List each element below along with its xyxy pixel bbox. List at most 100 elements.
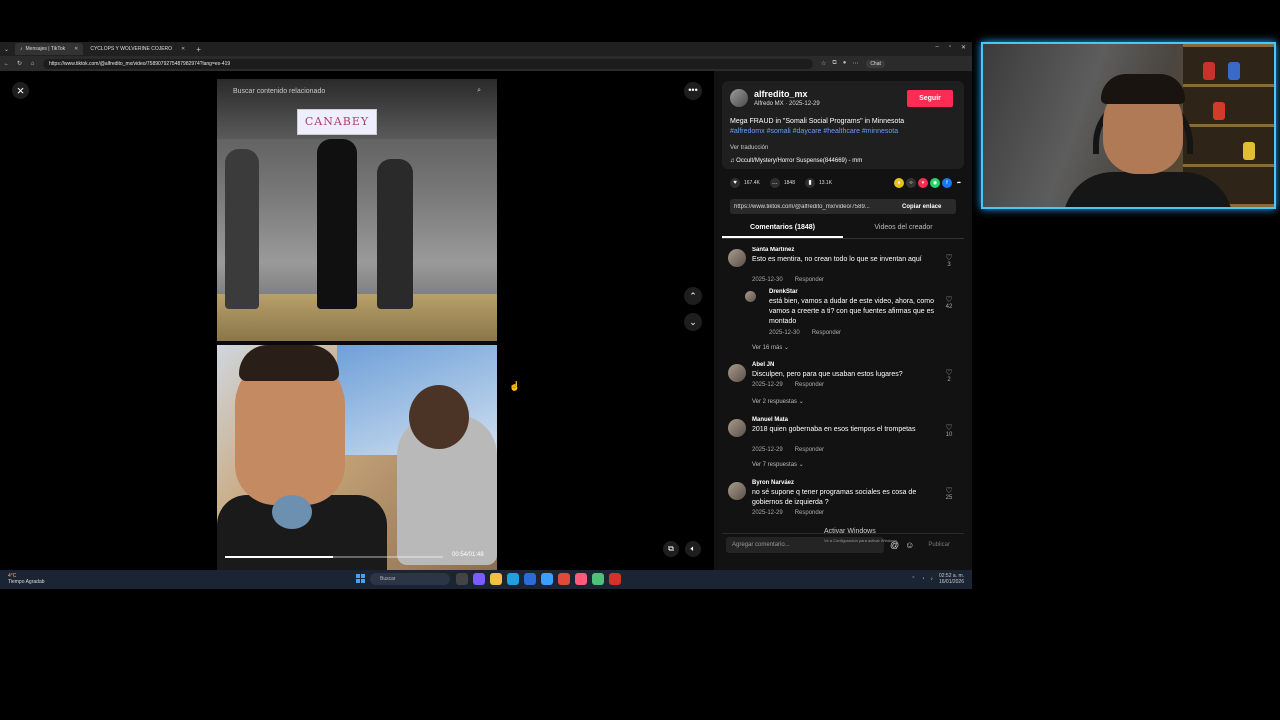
video-player[interactable]: CANABEY Buscar contenido relacionado ⌕ 0… — [217, 79, 497, 570]
star-icon[interactable]: ☆ — [821, 60, 826, 67]
search-icon[interactable]: ⌕ — [477, 87, 481, 95]
post-hashtags[interactable]: #alfredomx #somali #daycare #healthcare … — [730, 128, 898, 135]
reply-button[interactable]: Responder — [795, 510, 824, 516]
comment-text: 2018 quien gobernaba en esos tiempos el … — [752, 426, 916, 433]
taskbar-search[interactable]: Buscar — [370, 573, 450, 585]
comment-like[interactable]: ♡ 10 — [942, 423, 956, 438]
tab-creator-videos[interactable]: Videos del creador — [843, 221, 964, 238]
reply-button[interactable]: Responder — [795, 447, 824, 453]
video-progress-bar[interactable] — [225, 556, 443, 558]
comment-like-count: 42 — [945, 304, 953, 310]
volume-tray-icon[interactable]: ♪ — [930, 576, 933, 582]
clock[interactable]: 02:52 a. m. 16/01/2026 — [939, 573, 964, 585]
commenter-name[interactable]: DrenkStar — [769, 289, 798, 295]
facebook-icon[interactable]: f — [942, 178, 952, 188]
next-video-button[interactable]: ⌄ — [684, 313, 702, 331]
maximize-icon[interactable]: ▫ — [949, 44, 951, 51]
comment-like[interactable]: ♡ 3 — [942, 253, 956, 268]
follow-button[interactable]: Seguir — [907, 90, 953, 107]
tab-messages[interactable]: ♪ Mensajes | TikTok ✕ — [15, 43, 84, 55]
commenter-name[interactable]: Byron Narváez — [752, 480, 794, 486]
publish-button[interactable]: Publicar — [928, 542, 950, 548]
copilot-icon[interactable] — [473, 573, 485, 585]
more-replies-link[interactable]: Ver 16 más ⌄ — [752, 344, 789, 351]
send-icon[interactable]: ▾ — [918, 178, 928, 188]
save-stat[interactable]: ▮ 13.1K — [804, 178, 832, 188]
creator-avatar[interactable] — [730, 89, 748, 107]
like-stat[interactable]: ♥ 167.4K — [730, 178, 760, 188]
commenter-avatar[interactable] — [728, 482, 746, 500]
commenter-avatar[interactable] — [745, 291, 756, 302]
comment-meta: 2025-12-29 Responder — [752, 382, 824, 388]
refresh-icon[interactable]: ↻ — [13, 60, 26, 67]
comment-like[interactable]: ♡ 25 — [942, 486, 956, 501]
comment-like[interactable]: ♡ 42 — [942, 295, 956, 310]
reply-button[interactable]: Responder — [795, 382, 824, 388]
close-window-icon[interactable]: ✕ — [961, 44, 966, 51]
file-explorer-icon[interactable] — [490, 573, 502, 585]
more-replies-label: Ver 2 respuestas — [752, 399, 798, 405]
post-date: 2025-12-29 — [789, 101, 820, 107]
close-icon[interactable]: ✕ — [74, 46, 78, 52]
previous-video-button[interactable]: ⌃ — [684, 287, 702, 305]
music-link[interactable]: ♫ Occult/Mystery/Horror Suspense(844669)… — [730, 158, 862, 164]
whatsapp-icon[interactable]: ◉ — [930, 178, 940, 188]
app-icon[interactable] — [609, 573, 621, 585]
new-tab-icon[interactable]: + — [196, 45, 201, 54]
reply-button[interactable]: Responder — [812, 330, 841, 336]
creator-username[interactable]: alfredito_mx — [754, 89, 808, 99]
comment-stat[interactable]: … 1848 — [769, 178, 795, 188]
volume-button[interactable]: 🔈︎ — [685, 541, 701, 557]
related-search[interactable]: Buscar contenido relacionado ⌕ — [225, 83, 489, 99]
commenter-name[interactable]: Manuel Mata — [752, 417, 788, 423]
video-frame-bottom — [217, 345, 497, 570]
comment-date: 2025-12-29 — [752, 447, 783, 453]
task-view-icon[interactable] — [456, 573, 468, 585]
mail-icon[interactable] — [541, 573, 553, 585]
commenter-name[interactable]: Abel JN — [752, 362, 774, 368]
reply-button[interactable]: Responder — [795, 277, 824, 283]
edge-icon[interactable] — [507, 573, 519, 585]
commenter-name[interactable]: Santa Martinez — [752, 247, 794, 253]
back-icon[interactable]: ← — [0, 61, 13, 67]
chat-button[interactable]: Chat — [866, 59, 885, 68]
opera-icon[interactable] — [575, 573, 587, 585]
close-icon[interactable]: ✕ — [181, 46, 185, 52]
weather-widget[interactable]: 4°C Tiempo Agradab — [8, 573, 45, 585]
menu-icon[interactable]: ⋯ — [852, 60, 858, 67]
comment-date: 2025-12-29 — [752, 510, 783, 516]
url-field[interactable]: https://www.tiktok.com/@alfredito_mx/vid… — [43, 58, 813, 69]
more-replies-link[interactable]: Ver 7 respuestas ⌄ — [752, 461, 804, 468]
toolbar-icons: ☆ ⧉ ● ⋯ — [821, 60, 858, 67]
commenter-avatar[interactable] — [728, 419, 746, 437]
comment-like[interactable]: ♡ 2 — [942, 368, 956, 383]
commenter-avatar[interactable] — [728, 364, 746, 382]
tray-chevron-icon[interactable]: ⌃ — [911, 576, 915, 582]
tab-menu-icon[interactable]: ⌄ — [0, 46, 13, 53]
home-icon[interactable]: ⌂ — [26, 61, 39, 67]
system-tray: ⌃ ◔ ♪ 02:52 a. m. 16/01/2026 — [911, 573, 964, 585]
close-video-button[interactable]: × — [12, 82, 29, 99]
translate-link[interactable]: Ver traducción — [730, 145, 768, 151]
start-icon[interactable] — [356, 574, 366, 584]
extensions-icon[interactable]: ⧉ — [832, 60, 836, 67]
store-icon[interactable] — [524, 573, 536, 585]
coin-icon[interactable]: ● — [894, 178, 904, 188]
share-icon[interactable]: ➦ — [954, 178, 964, 188]
heart-outline-icon: ♡ — [945, 423, 953, 432]
network-icon[interactable]: ◔ — [921, 576, 924, 582]
tab-cyclops[interactable]: CYCLOPS Y WOLVERINE COJERO ✕ — [85, 43, 190, 55]
commenter-avatar[interactable] — [728, 249, 746, 267]
profile-icon[interactable]: ● — [843, 60, 847, 67]
more-replies-link[interactable]: Ver 2 respuestas ⌄ — [752, 398, 804, 405]
minimize-icon[interactable]: – — [935, 44, 938, 51]
share-link[interactable]: https://www.tiktok.com/@alfredito_mx/vid… — [730, 204, 898, 210]
emoji-icon[interactable]: ☺ — [905, 540, 914, 550]
embed-icon[interactable]: ‹› — [906, 178, 916, 188]
more-options-button[interactable]: ••• — [684, 82, 702, 100]
app-icon[interactable] — [592, 573, 604, 585]
picture-in-picture-button[interactable]: ⧉ — [663, 541, 679, 557]
copy-link-button[interactable]: Copiar enlace — [898, 204, 941, 210]
chrome-icon[interactable] — [558, 573, 570, 585]
tab-comments[interactable]: Comentarios (1848) — [722, 221, 843, 238]
